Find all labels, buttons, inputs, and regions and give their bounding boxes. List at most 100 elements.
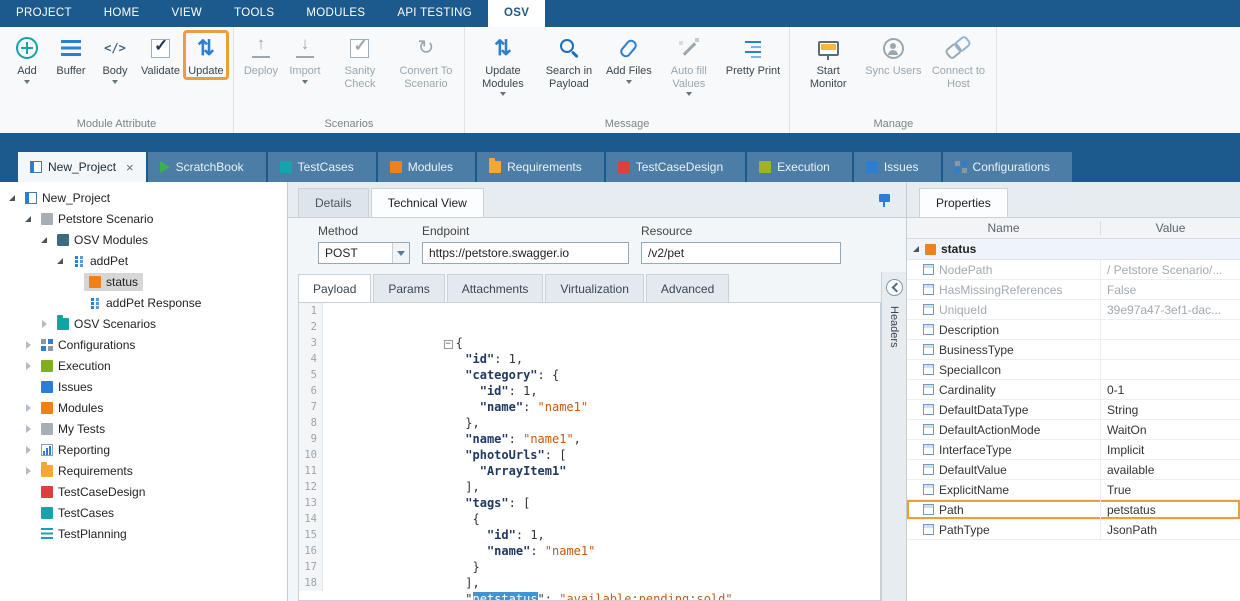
payload-editor[interactable]: 1 −{ 2 "id": 1, 3: [298, 302, 881, 601]
tree-expander-icon[interactable]: [38, 318, 50, 330]
payload-tab[interactable]: Advanced: [646, 274, 729, 302]
ribbon-button[interactable]: Buffer: [49, 31, 93, 79]
tree-expander-icon[interactable]: [6, 192, 18, 204]
tree-item[interactable]: Configurations: [0, 334, 287, 355]
tree-item[interactable]: Petstore Scenario: [0, 208, 287, 229]
method-select[interactable]: POST: [318, 242, 410, 264]
menu-item[interactable]: VIEW: [155, 0, 218, 27]
property-value[interactable]: JsonPath: [1101, 520, 1240, 539]
property-row[interactable]: SpecialIcon: [907, 360, 1240, 380]
property-value[interactable]: String: [1101, 400, 1240, 419]
endpoint-input[interactable]: https://petstore.swagger.io: [422, 242, 629, 264]
ribbon-button[interactable]: Validate: [137, 31, 184, 79]
tree-item[interactable]: OSV Modules: [0, 229, 287, 250]
property-row[interactable]: DefaultActionMode WaitOn: [907, 420, 1240, 440]
tree-expander-icon[interactable]: [70, 276, 82, 288]
tree-item[interactable]: TestCases: [0, 502, 287, 523]
ribbon-button[interactable]: Add Files: [602, 31, 656, 85]
tree-expander-icon[interactable]: [22, 444, 34, 456]
ribbon-button[interactable]: Convert To Scenario: [393, 31, 459, 91]
ribbon-button[interactable]: Auto fill Values: [656, 31, 722, 97]
property-value[interactable]: / Petstore Scenario/...: [1101, 260, 1240, 279]
column-header-name[interactable]: Name: [907, 221, 1101, 235]
menu-item[interactable]: OSV: [488, 0, 545, 27]
pin-icon[interactable]: [879, 194, 890, 202]
tree-item[interactable]: Modules: [0, 397, 287, 418]
property-row[interactable]: DefaultValue available: [907, 460, 1240, 480]
document-tab[interactable]: New_Project ×: [18, 152, 146, 182]
ribbon-button[interactable]: Import: [283, 31, 327, 85]
tree-item[interactable]: addPet: [0, 250, 287, 271]
tree-item[interactable]: Issues: [0, 376, 287, 397]
view-tab[interactable]: Details: [298, 188, 369, 217]
document-tab[interactable]: Issues: [854, 152, 941, 182]
document-tab[interactable]: Modules: [378, 152, 475, 182]
tree-item[interactable]: Reporting: [0, 439, 287, 460]
property-row[interactable]: PathType JsonPath: [907, 520, 1240, 540]
menu-item[interactable]: PROJECT: [0, 0, 88, 27]
document-tab[interactable]: TestCaseDesign: [606, 152, 745, 182]
property-value[interactable]: False: [1101, 280, 1240, 299]
ribbon-button[interactable]: Body: [93, 31, 137, 85]
view-tab[interactable]: Technical View: [371, 188, 484, 217]
tree-expander-icon[interactable]: [22, 213, 34, 225]
ribbon-button[interactable]: Sync Users: [861, 31, 925, 79]
tree-expander-icon[interactable]: [22, 465, 34, 477]
payload-tab[interactable]: Attachments: [447, 274, 544, 302]
tree-expander-icon[interactable]: [22, 402, 34, 414]
ribbon-button[interactable]: Pretty Print: [722, 31, 784, 79]
column-header-value[interactable]: Value: [1101, 221, 1240, 235]
property-row[interactable]: NodePath / Petstore Scenario/...: [907, 260, 1240, 280]
property-row[interactable]: HasMissingReferences False: [907, 280, 1240, 300]
property-row[interactable]: Cardinality 0-1: [907, 380, 1240, 400]
ribbon-button[interactable]: Connect to Host: [925, 31, 991, 91]
tree-item[interactable]: addPet Response: [0, 292, 287, 313]
document-tab[interactable]: Requirements: [477, 152, 604, 182]
ribbon-button[interactable]: Update: [184, 31, 228, 79]
tree-item[interactable]: Requirements: [0, 460, 287, 481]
ribbon-button[interactable]: Sanity Check: [327, 31, 393, 91]
document-tab[interactable]: Configurations: [943, 152, 1072, 182]
property-value[interactable]: WaitOn: [1101, 420, 1240, 439]
menu-item[interactable]: TOOLS: [218, 0, 290, 27]
tree-expander-icon[interactable]: [22, 360, 34, 372]
properties-tab[interactable]: Properties: [919, 188, 1008, 217]
document-tab[interactable]: ScratchBook: [148, 152, 266, 182]
property-value[interactable]: 39e97a47-3ef1-dac...: [1101, 300, 1240, 319]
ribbon-button[interactable]: Add: [5, 31, 49, 85]
property-row[interactable]: Path petstatus: [907, 500, 1240, 520]
group-expander-icon[interactable]: [913, 246, 919, 252]
property-row[interactable]: ExplicitName True: [907, 480, 1240, 500]
headers-panel-label[interactable]: Headers: [888, 306, 900, 348]
resource-input[interactable]: /v2/pet: [641, 242, 841, 264]
menu-item[interactable]: HOME: [88, 0, 156, 27]
ribbon-button[interactable]: Search in Payload: [536, 31, 602, 91]
expand-headers-button[interactable]: [886, 279, 903, 296]
tree-expander-icon[interactable]: [22, 339, 34, 351]
tree-expander-icon[interactable]: [22, 528, 34, 540]
tree-expander-icon[interactable]: [54, 255, 66, 267]
property-row[interactable]: Description: [907, 320, 1240, 340]
property-value[interactable]: petstatus: [1101, 500, 1240, 519]
property-group-row[interactable]: status: [907, 239, 1240, 260]
property-value[interactable]: Implicit: [1101, 440, 1240, 459]
tree-item[interactable]: My Tests: [0, 418, 287, 439]
tree-expander-icon[interactable]: [38, 234, 50, 246]
property-row[interactable]: BusinessType: [907, 340, 1240, 360]
tree-expander-icon[interactable]: [22, 423, 34, 435]
menu-item[interactable]: API TESTING: [381, 0, 488, 27]
property-value[interactable]: [1101, 340, 1240, 359]
tree-expander-icon[interactable]: [70, 297, 82, 309]
tree-item[interactable]: Execution: [0, 355, 287, 376]
ribbon-button[interactable]: Start Monitor: [795, 31, 861, 91]
property-value[interactable]: 0-1: [1101, 380, 1240, 399]
close-icon[interactable]: ×: [126, 161, 134, 174]
payload-tab[interactable]: Params: [373, 274, 444, 302]
tree-expander-icon[interactable]: [22, 381, 34, 393]
property-value[interactable]: True: [1101, 480, 1240, 499]
property-row[interactable]: DefaultDataType String: [907, 400, 1240, 420]
tree-item[interactable]: status: [0, 271, 287, 292]
property-value[interactable]: [1101, 360, 1240, 379]
document-tab[interactable]: TestCases: [268, 152, 376, 182]
menu-item[interactable]: MODULES: [290, 0, 381, 27]
